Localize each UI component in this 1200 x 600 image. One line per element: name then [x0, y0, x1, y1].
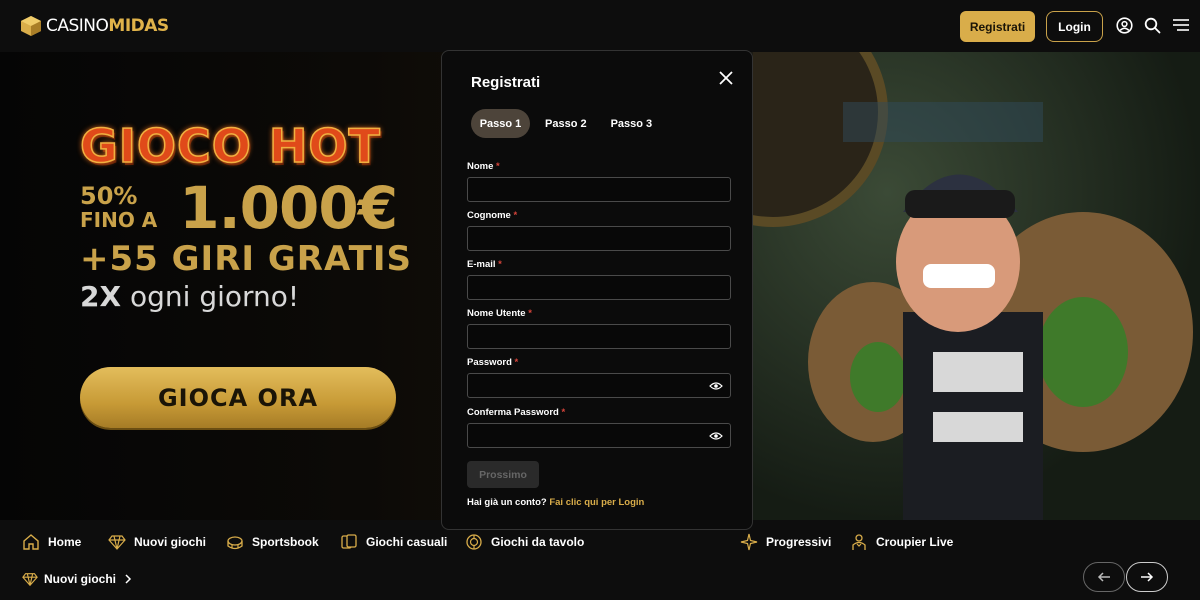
nav-item-home[interactable]: Home [22, 531, 81, 553]
username-field[interactable] [467, 324, 731, 349]
sparkle-icon [740, 533, 758, 551]
login-hint: Hai già un conto? Fai clic qui per Login [467, 497, 645, 508]
nav-item-sportsbook[interactable]: Sportsbook [226, 531, 319, 553]
nav-item-label: Sportsbook [252, 535, 319, 549]
email-field[interactable] [467, 275, 731, 300]
logo-text: CASINOMIDAS [46, 16, 169, 36]
logo-cube-icon [21, 16, 41, 36]
prev-button[interactable] [1083, 562, 1125, 592]
next-button[interactable]: Prossimo [467, 461, 539, 488]
first-name-label: Nome * [467, 161, 500, 172]
nav-item-new-games[interactable]: Nuovi giochi [108, 531, 206, 553]
promo-spins: +55 GIRI GRATIS [80, 239, 412, 279]
cards-icon [341, 534, 357, 549]
promo-daily: 2X ogni giorno! [80, 280, 300, 313]
section-label: Nuovi giochi [44, 572, 116, 586]
promo-headline: GIOCO HOT [79, 119, 381, 173]
top-header: CASINOMIDAS Registrati Login [0, 0, 1200, 52]
tab-step-1[interactable]: Passo 1 [471, 109, 530, 138]
croupier-icon [852, 534, 866, 550]
next-page-button[interactable] [1126, 562, 1168, 592]
arrow-right-icon [1141, 572, 1154, 582]
tab-step-3[interactable]: Passo 3 [611, 109, 653, 138]
nav-item-progressives[interactable]: Progressivi [740, 531, 831, 553]
nav-item-label: Nuovi giochi [134, 535, 206, 549]
promo-percent: 50% [80, 182, 138, 210]
last-name-label: Cognome * [467, 210, 518, 221]
last-name-field[interactable] [467, 226, 731, 251]
email-label: E-mail * [467, 259, 502, 270]
diamond-icon [108, 535, 126, 550]
chip-icon [466, 534, 482, 550]
eye-icon[interactable] [709, 381, 723, 391]
step-tabs: Passo 1 Passo 2 Passo 3 [471, 109, 652, 138]
password-label: Password * [467, 357, 519, 368]
user-circle-icon[interactable] [1114, 15, 1134, 35]
register-modal: Registrati Passo 1 Passo 2 Passo 3 Nome … [441, 50, 753, 530]
nav-item-label: Croupier Live [876, 535, 954, 549]
nav-item-table-games[interactable]: Giochi da tavolo [465, 531, 584, 553]
section-nuovi-giochi[interactable]: Nuovi giochi [22, 569, 134, 589]
casino-midas-logo[interactable]: CASINOMIDAS [20, 15, 169, 37]
play-now-button[interactable]: GIOCA ORA [80, 367, 396, 428]
bottom-nav: Home Nuovi giochi Sportsbook Giochi casu… [0, 520, 1200, 600]
modal-title: Registrati [471, 74, 541, 91]
nav-item-label: Giochi da tavolo [491, 535, 585, 549]
arrow-left-icon [1097, 572, 1110, 582]
stadium-icon [227, 536, 243, 550]
robber-character-illustration [753, 52, 1200, 520]
eye-icon[interactable] [709, 431, 723, 441]
nav-item-live-croupier[interactable]: Croupier Live [850, 531, 953, 553]
tab-step-2[interactable]: Passo 2 [545, 109, 587, 138]
login-button[interactable]: Login [1046, 11, 1103, 42]
nav-item-label: Progressivi [766, 535, 832, 549]
register-button[interactable]: Registrati [960, 11, 1035, 42]
confirm-password-label: Conferma Password * [467, 407, 566, 418]
diamond-icon [22, 573, 38, 587]
menu-icon[interactable] [1171, 15, 1191, 35]
home-icon [23, 534, 39, 550]
nav-item-label: Home [48, 535, 82, 549]
confirm-password-field[interactable] [467, 423, 731, 448]
username-label: Nome Utente * [467, 308, 532, 319]
promo-amount: 1.000€ [179, 174, 398, 242]
chevron-right-icon [125, 574, 132, 584]
nav-item-label: Giochi casuali [366, 535, 448, 549]
promo-upto: FINO A [80, 208, 158, 232]
nav-item-casual-games[interactable]: Giochi casuali [340, 531, 447, 553]
close-icon[interactable] [717, 69, 735, 87]
search-icon[interactable] [1142, 15, 1162, 35]
first-name-field[interactable] [467, 177, 731, 202]
login-link[interactable]: Fai clic qui per Login [549, 497, 644, 508]
promo-block: GIOCO HOT 50% FINO A 1.000€ +55 GIRI GRA… [79, 119, 420, 314]
password-field[interactable] [467, 373, 731, 398]
